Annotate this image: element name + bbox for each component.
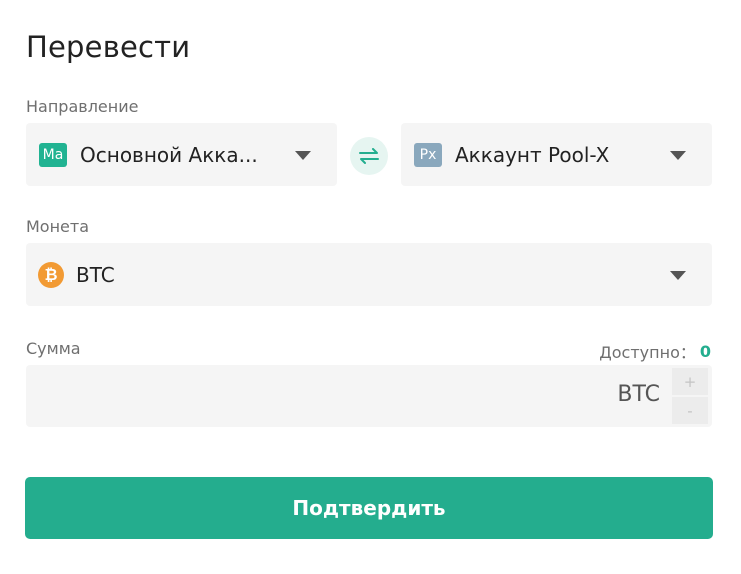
increment-button[interactable]: +: [672, 368, 708, 395]
amount-stepper: + -: [672, 368, 708, 424]
available-balance: Доступно： 0: [599, 339, 711, 363]
from-account-select[interactable]: Ma Основной Акка...: [26, 123, 337, 186]
coin-value: BTC: [76, 262, 115, 287]
coin-select[interactable]: ₿ BTC: [26, 243, 712, 306]
amount-unit: BTC: [617, 382, 660, 407]
available-value: 0: [699, 341, 711, 361]
caret-down-icon: [670, 271, 686, 280]
swap-arrows-icon: [359, 148, 379, 164]
bitcoin-icon: ₿: [38, 261, 64, 288]
direction-label: Направление: [26, 97, 139, 116]
confirm-button[interactable]: Подтвердить: [25, 477, 713, 539]
caret-down-icon: [670, 151, 686, 160]
to-account-select[interactable]: Px Аккаунт Pool-X: [401, 123, 712, 186]
swap-button[interactable]: [350, 137, 388, 175]
amount-label: Сумма: [26, 339, 81, 358]
page-title: Перевести: [26, 30, 191, 64]
amount-input[interactable]: [26, 365, 606, 427]
to-account-text: Аккаунт Pool-X: [455, 142, 610, 167]
coin-label: Монета: [26, 217, 90, 236]
available-label: Доступно：: [599, 343, 696, 362]
from-account-text: Основной Акка...: [80, 142, 258, 167]
pool-x-badge-icon: Px: [414, 142, 442, 167]
decrement-button[interactable]: -: [672, 397, 708, 424]
amount-field: BTC + -: [26, 365, 712, 427]
main-account-badge-icon: Ma: [39, 142, 67, 167]
caret-down-icon: [295, 151, 311, 160]
